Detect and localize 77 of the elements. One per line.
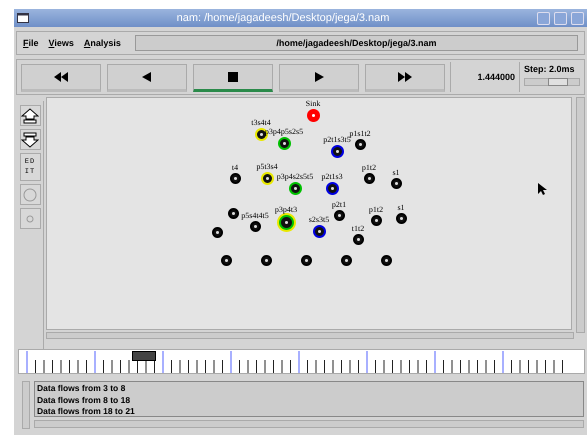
stop-icon <box>226 72 240 82</box>
horizontal-scrollbar[interactable] <box>46 332 574 339</box>
menu-item[interactable]: File <box>23 38 39 48</box>
node-label: p2t1s3 <box>321 172 343 180</box>
slider-thumb[interactable] <box>548 78 568 86</box>
network-node[interactable] <box>354 138 366 150</box>
node-label: s1 <box>392 168 400 176</box>
node-label: p1s1t2 <box>349 128 371 138</box>
node-label: p5t3s4 <box>256 162 278 170</box>
zoom-out-icon <box>21 132 39 148</box>
play-icon <box>312 72 326 82</box>
network-node[interactable] <box>312 224 326 238</box>
vertical-scrollbar[interactable] <box>576 97 585 333</box>
network-node[interactable] <box>230 172 240 184</box>
zoom-in-tool-button[interactable] <box>20 105 40 126</box>
log-scrollbar[interactable] <box>22 381 30 429</box>
network-node[interactable] <box>380 254 392 266</box>
zoom-in-icon <box>21 108 39 124</box>
menu-item[interactable]: Views <box>48 38 74 48</box>
small-circle-icon <box>26 214 34 222</box>
forward-icon <box>398 72 412 82</box>
network-canvas[interactable]: Sink t3s4t4 p3p4p5s2s5 p1s1t2 p2t1s3t5 t4 p5t3s4 p3p4s2s5t5 p2t1s3 p1t2 s1 p5s4t4t5 p3p4t3 p2t1 s2s3t5 p1t2 s1 t1t2 <box>46 97 572 330</box>
network-node[interactable] <box>340 254 352 266</box>
network-node[interactable] <box>220 254 232 266</box>
node-label: s1 <box>397 202 405 212</box>
node-label: t4 <box>232 162 238 172</box>
play-button[interactable] <box>279 64 359 92</box>
network-node[interactable] <box>326 182 338 194</box>
node-label: t3s4t4 <box>251 118 271 126</box>
rewind-button[interactable] <box>21 64 101 92</box>
file-path-field: /home/jagadeesh/Desktop/jega/3.nam <box>134 35 578 51</box>
log-line: Data flows from 3 to 8 <box>37 383 126 394</box>
node-label: p1t2 <box>368 204 384 214</box>
circle-icon <box>23 188 37 202</box>
network-node[interactable] <box>370 214 382 226</box>
node-label: Sink <box>306 98 320 108</box>
log-horizontal-scrollbar[interactable] <box>34 420 584 428</box>
network-node[interactable] <box>390 178 402 188</box>
dot-tool-button[interactable] <box>20 208 40 229</box>
network-node[interactable] <box>306 108 320 122</box>
back-button[interactable] <box>107 64 187 92</box>
network-node[interactable] <box>260 254 272 266</box>
menu-item[interactable]: Analysis <box>84 38 121 48</box>
node-label: p3p4s2s5t5 <box>276 172 314 180</box>
network-node[interactable] <box>352 234 364 244</box>
network-node[interactable] <box>288 182 302 194</box>
network-node[interactable] <box>364 172 374 184</box>
stop-button[interactable] <box>193 64 273 92</box>
back-icon <box>140 72 154 82</box>
log-line: Data flows from 8 to 18 <box>37 394 132 406</box>
node-label: p5s4t4t5 <box>241 210 269 220</box>
network-node[interactable] <box>330 144 344 158</box>
node-label: p3p4p5s2s5 <box>264 126 304 136</box>
step-slider[interactable] <box>524 78 580 86</box>
network-node[interactable] <box>278 136 290 150</box>
node-label: p2t1 <box>332 200 346 208</box>
node-label: p2t1s3t5 <box>323 134 351 144</box>
rewind-icon <box>54 72 68 82</box>
node-label: s2s3t5 <box>308 214 330 224</box>
network-node[interactable] <box>250 220 260 232</box>
window-title: nam: /home/jagadeesh/Desktop/jega/3.nam <box>176 12 390 24</box>
network-node[interactable] <box>300 254 312 266</box>
log-line: Data flows from 18 to 21 <box>37 406 136 418</box>
node-label: p1t2 <box>362 162 376 172</box>
network-node[interactable] <box>396 212 406 224</box>
zoom-out-tool-button[interactable] <box>20 129 40 150</box>
step-label: Step: 2.0ms <box>524 64 576 74</box>
time-display: 1.444000 <box>450 62 519 92</box>
time-marker-icon[interactable] <box>132 351 156 361</box>
node-label: t1t2 <box>352 224 364 232</box>
cursor-icon <box>538 183 547 196</box>
network-node[interactable] <box>334 210 344 220</box>
node-label: p3p4t3 <box>274 204 298 214</box>
network-node[interactable] <box>228 208 238 218</box>
forward-button[interactable] <box>365 64 445 92</box>
window-icon <box>17 13 29 23</box>
network-node[interactable] <box>212 226 222 238</box>
